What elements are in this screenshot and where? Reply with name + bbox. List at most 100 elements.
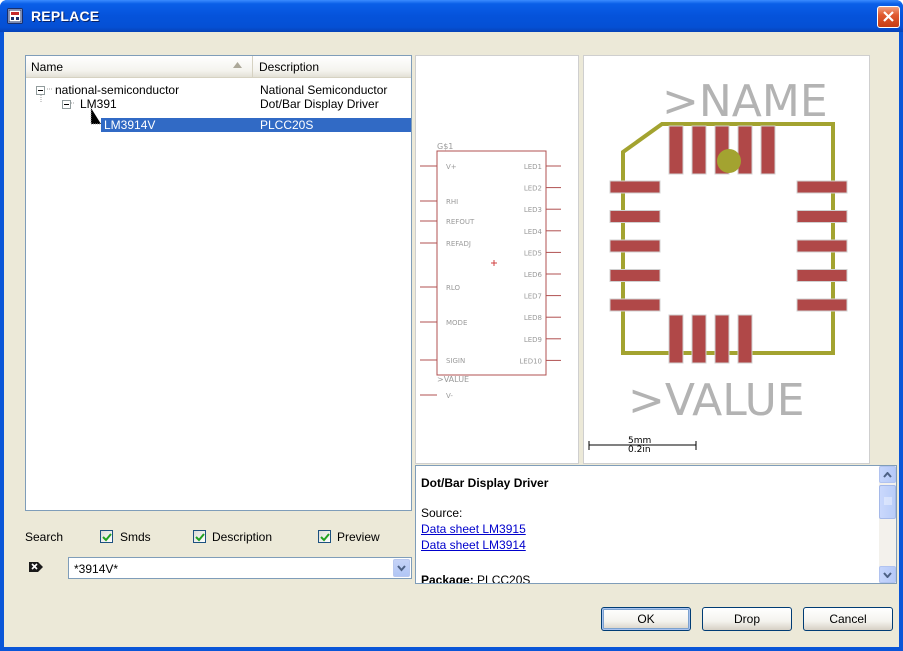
smd-pad: [609, 210, 661, 223]
collapse-icon[interactable]: [36, 86, 45, 95]
description-label[interactable]: Description: [212, 530, 272, 544]
device-tree[interactable]: Name Description national-semiconductor …: [25, 55, 412, 511]
column-description-label: Description: [259, 60, 320, 74]
pin-label: LED10: [519, 357, 542, 365]
smd-pad: [760, 125, 776, 175]
pin-label: LED9: [524, 336, 542, 344]
pin-label: V-: [446, 392, 453, 400]
source-label: Source:: [421, 506, 463, 520]
smd-pad: [668, 125, 684, 175]
smd-pad: [796, 239, 848, 253]
drop-button[interactable]: Drop: [702, 607, 792, 631]
checkmark-icon: [320, 533, 330, 542]
package-name-label: >NAME: [662, 76, 828, 127]
column-header-description[interactable]: Description: [254, 56, 406, 78]
grip-icon: [884, 497, 892, 505]
pin-label: LED3: [524, 206, 542, 214]
pin-label: SIGIN: [446, 357, 465, 365]
title-bar[interactable]: REPLACE: [0, 0, 903, 32]
datasheet-link-lm3915[interactable]: Data sheet LM3915: [421, 522, 526, 536]
tree-row[interactable]: LM391 Dot/Bar Display Driver: [36, 97, 411, 111]
collapse-icon[interactable]: [62, 100, 71, 109]
tree-row-name: national-semiconductor: [55, 83, 180, 97]
tree-row-name: LM391: [80, 97, 117, 111]
pin-label: LED7: [524, 293, 542, 301]
left-pins: V+ RHI REFOUT REFADJ RLO MODE SIGIN V-: [420, 163, 475, 400]
package-preview: >NAME >VALUE 5mm 0.2in: [583, 55, 870, 464]
smd-pad: [796, 180, 848, 194]
scale-in: 0.2in: [628, 445, 651, 455]
tree-row-description: PLCC20S: [260, 118, 314, 132]
scroll-thumb[interactable]: [879, 485, 896, 519]
scroll-up-button[interactable]: [879, 466, 896, 483]
tree-row-name: LM3914V: [104, 118, 156, 132]
ok-button[interactable]: OK: [601, 607, 691, 631]
smd-pad: [714, 314, 730, 364]
pin-label: RHI: [446, 198, 458, 206]
description-panel[interactable]: Dot/Bar Display Driver Source: Data shee…: [415, 465, 897, 584]
pin-label: LED5: [524, 249, 542, 257]
preview-checkbox[interactable]: [318, 530, 331, 543]
scroll-down-button[interactable]: [879, 566, 896, 583]
right-pins: LED1 LED2 LED3 LED4 LED5 LED6 LED7 LED8 LED9 LED1…: [519, 163, 561, 365]
search-label: Search: [25, 530, 64, 544]
smds-checkbox[interactable]: [100, 530, 113, 543]
package-value: PLCC20S: [477, 573, 531, 584]
chevron-up-icon: [883, 472, 892, 478]
pin-label: LED8: [524, 314, 542, 322]
cancel-button[interactable]: Cancel: [803, 607, 893, 631]
tree-row-description: Dot/Bar Display Driver: [260, 97, 379, 111]
smd-pad: [609, 180, 661, 194]
chevron-down-icon: [883, 572, 892, 578]
smd-pad: [609, 269, 661, 282]
datasheet-link-lm3914[interactable]: Data sheet LM3914: [421, 538, 526, 552]
app-icon: [7, 8, 23, 24]
pin-label: V+: [446, 163, 457, 171]
device-description-title: Dot/Bar Display Driver: [421, 476, 549, 490]
symbol-value-label: >VALUE: [437, 375, 469, 384]
tree-row[interactable]: national-semiconductor National Semicond…: [36, 83, 411, 97]
search-input[interactable]: *3914V*: [74, 562, 118, 576]
tree-row-description: National Semiconductor: [260, 83, 388, 97]
chevron-down-icon: [397, 565, 406, 572]
schematic-symbol: G$1 V+ RHI REFOUT REFADJ RLO MODE SIGIN V- LED1…: [420, 142, 561, 400]
pin-label: LED6: [524, 271, 543, 279]
smd-pad: [609, 239, 661, 253]
pin-label: MODE: [446, 319, 467, 327]
search-tag-icon: [29, 562, 43, 572]
preview-label[interactable]: Preview: [337, 530, 380, 544]
smd-pad: [796, 269, 848, 282]
description-checkbox[interactable]: [193, 530, 206, 543]
sort-ascending-icon: [233, 62, 242, 68]
package-line: Package: PLCC20S: [421, 573, 531, 584]
close-icon: [883, 11, 894, 22]
smd-pad: [691, 125, 707, 175]
replace-dialog: REPLACE Name Description national-semico…: [0, 0, 903, 651]
close-button[interactable]: [877, 6, 900, 28]
pin-label: REFOUT: [446, 218, 475, 226]
pin-label: LED1: [524, 163, 542, 171]
search-combobox[interactable]: *3914V*: [68, 557, 412, 579]
pin-label: LED4: [524, 228, 543, 236]
package-footprint: >NAME >VALUE 5mm 0.2in: [588, 76, 848, 455]
smd-pad: [737, 314, 753, 364]
tree-row-selected[interactable]: LM3914V PLCC20S: [36, 118, 411, 132]
vertical-scrollbar[interactable]: [879, 466, 896, 583]
checkmark-icon: [195, 533, 205, 542]
smds-label[interactable]: Smds: [120, 530, 151, 544]
pin-label: RLO: [446, 284, 461, 292]
smd-pad: [737, 125, 753, 175]
checkmark-icon: [102, 533, 112, 542]
symbol-preview: G$1 V+ RHI REFOUT REFADJ RLO MODE SIGIN V- LED1…: [415, 55, 579, 464]
smd-pad: [668, 314, 684, 364]
search-dropdown-button[interactable]: [393, 559, 410, 577]
package-value-label: >VALUE: [628, 375, 805, 426]
window-title: REPLACE: [31, 8, 100, 24]
dialog-body: Name Description national-semiconductor …: [4, 32, 899, 647]
package-label: Package:: [421, 573, 474, 584]
smd-pad: [691, 314, 707, 364]
pin-label: REFADJ: [446, 240, 471, 248]
smd-pad: [796, 298, 848, 312]
pin-label: LED2: [524, 185, 542, 193]
part-label: G$1: [437, 142, 453, 151]
